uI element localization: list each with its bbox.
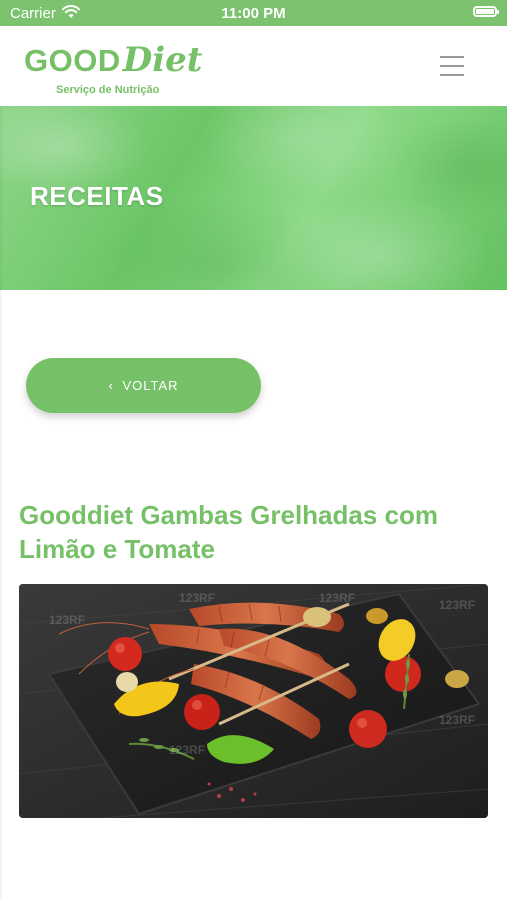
logo-good-text: GOOD [24, 43, 121, 78]
app-header: GOODDiet Serviço de Nutrição [0, 26, 507, 106]
logo-subtitle: Serviço de Nutrição [56, 84, 160, 96]
watermark: 123RF [169, 743, 205, 757]
watermark: 123RF [439, 713, 475, 727]
chevron-left-icon: ‹ [108, 378, 114, 393]
hero-banner: RECEITAS [0, 106, 507, 290]
recipe-image: 123RF 123RF 123RF 123RF 123RF 123RF [19, 584, 488, 818]
watermark: 123RF [49, 613, 85, 627]
logo-diet-text: Diet [122, 40, 203, 80]
status-bar: Carrier 11:00 PM [0, 0, 507, 26]
hamburger-menu-icon[interactable] [440, 56, 466, 76]
watermark: 123RF [319, 591, 355, 605]
battery-icon [473, 6, 499, 17]
watermark: 123RF [179, 591, 215, 605]
page-edge-shadow [0, 106, 3, 900]
good-diet-logo[interactable]: GOODDiet Serviço de Nutrição [24, 40, 203, 96]
recipe-title: Gooddiet Gambas Grelhadas com Limão e To… [19, 500, 438, 564]
watermark: 123RF [439, 598, 475, 612]
clock: 11:00 PM [221, 5, 286, 22]
back-button[interactable]: ‹ VOLTAR [26, 358, 261, 413]
page-title: RECEITAS [30, 181, 164, 211]
back-button-label: VOLTAR [122, 378, 179, 393]
